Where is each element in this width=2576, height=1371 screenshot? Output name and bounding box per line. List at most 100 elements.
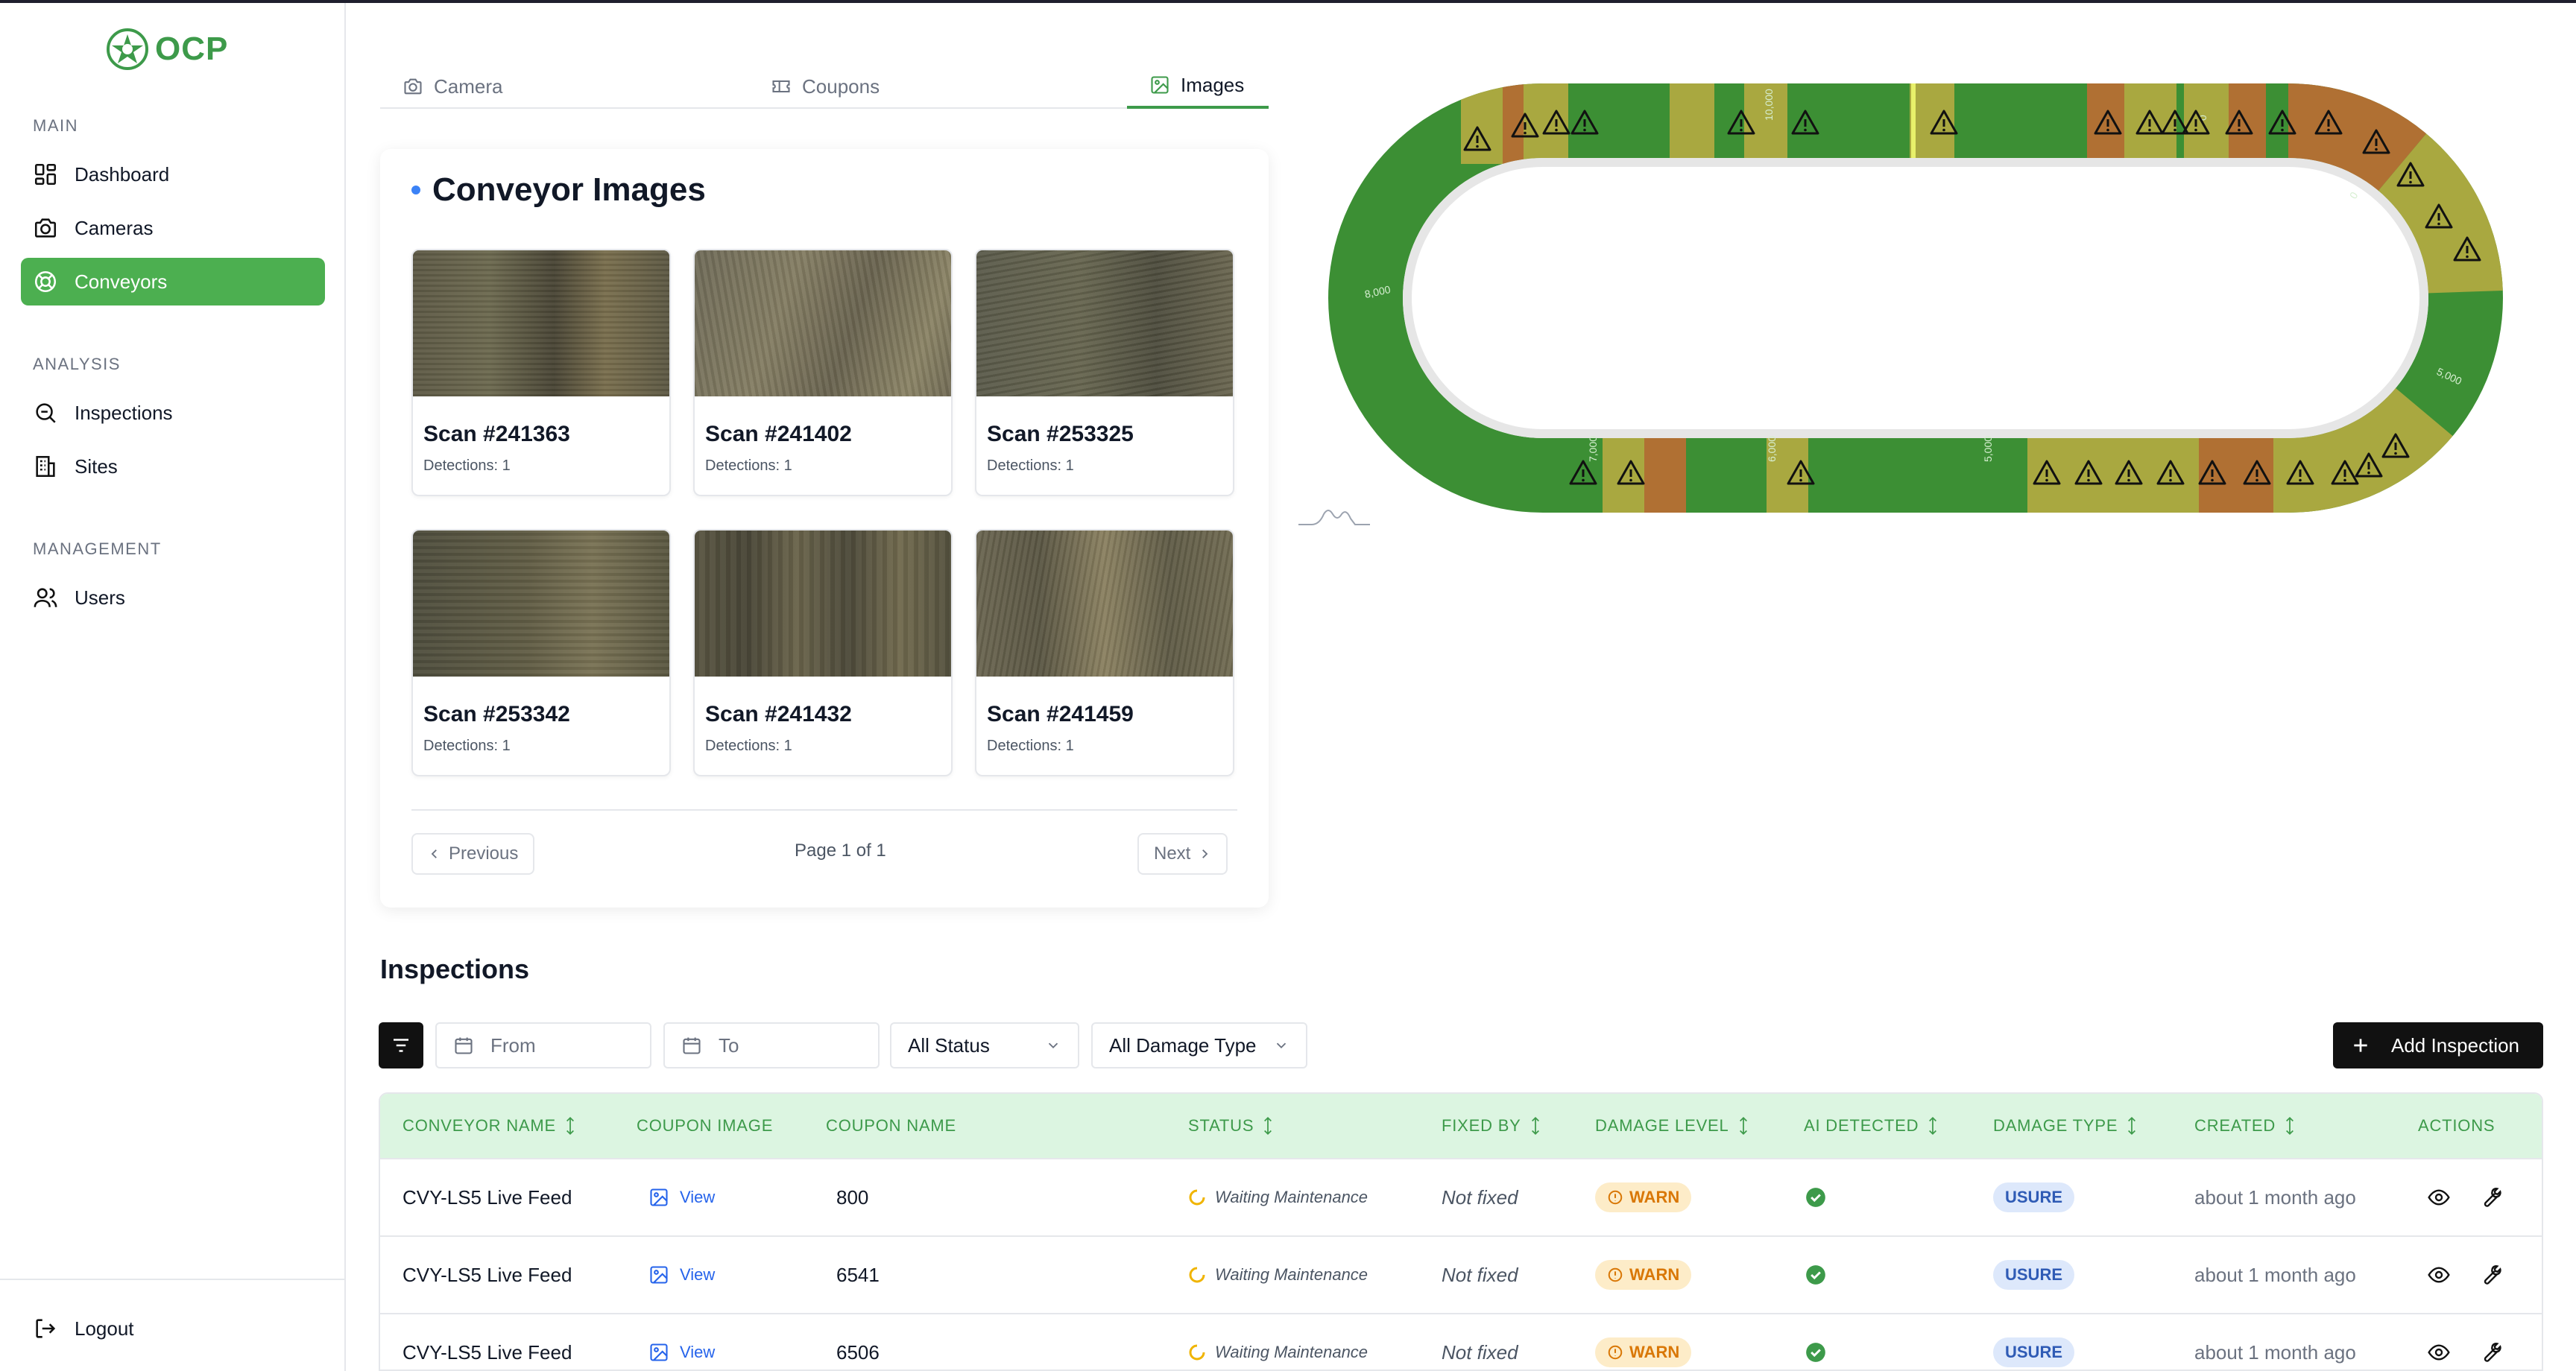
scan-detections: Detections: 1 [423,738,511,754]
sidebar-item-users[interactable]: Users [21,574,325,621]
image-icon [650,1188,668,1206]
chevron-right-icon [1202,849,1208,858]
damage-level-text: WARN [1629,1343,1680,1361]
scan-card[interactable]: Scan #241402 Detections: 1 [693,249,953,496]
status-select[interactable]: All Status [890,1022,1079,1068]
calendar-icon [683,1037,701,1054]
distance-label: 6,000 [1766,436,1778,462]
damage-level-badge: WARN [1595,1337,1692,1367]
coupon-name: 6541 [836,1263,880,1286]
damage-type-select[interactable]: All Damage Type [1091,1022,1307,1068]
tab-coupons[interactable]: Coupons [771,64,880,109]
sidebar-item-inspections[interactable]: Inspections [21,389,325,437]
table-row[interactable]: CVY-LS5 Live Feed View 800 Waiting Maint… [380,1158,2542,1235]
view-image-link[interactable]: View [648,1314,715,1370]
track-segment [1503,83,1524,164]
damage-type-badge: USURE [1993,1182,2075,1212]
sidebar-item-conveyors[interactable]: Conveyors [21,258,325,305]
check-circle-icon [1806,1343,1825,1362]
damage-type-select-value: All Damage Type [1109,1033,1257,1057]
sidebar-item-dashboard[interactable]: Dashboard [21,151,325,198]
image-icon [1151,76,1169,94]
view-image-link[interactable]: View [648,1237,715,1313]
image-icon [650,1266,668,1284]
to-placeholder: To [719,1033,739,1057]
conveyor-name: CVY-LS5 Live Feed [402,1185,572,1209]
status-text: Waiting Maintenance [1215,1188,1368,1206]
tab-images[interactable]: Images [1127,64,1269,109]
filter-button[interactable] [379,1022,423,1068]
scan-card[interactable]: Scan #241363 Detections: 1 [411,249,671,496]
tab-label: Images [1181,73,1245,96]
conveyor-track-map[interactable]: 8,000 7,000 6,000 5,000 10,000 0 0 5,000 [1319,75,2512,522]
status-cell: Waiting Maintenance [1188,1237,1368,1313]
view-image-link[interactable]: View [648,1159,715,1235]
scan-name: Scan #241363 [423,422,570,446]
logout-button[interactable]: Logout [33,1316,134,1341]
damage-level-text: WARN [1629,1265,1680,1284]
sidebar-item-sites[interactable]: Sites [21,443,325,490]
damage-level-badge: WARN [1595,1182,1692,1212]
scan-card[interactable]: Scan #241432 Detections: 1 [693,529,953,776]
status-select-value: All Status [908,1033,990,1057]
maintenance-action[interactable] [2478,1159,2501,1235]
track-segment [2199,432,2273,513]
next-button[interactable]: Next [1137,833,1228,875]
ai-detected-check [1805,1314,1826,1370]
track-segment [2087,83,2124,164]
tab-camera[interactable]: Camera [402,64,502,109]
check-circle-icon [1806,1265,1825,1285]
column-status[interactable]: STATUS [1188,1094,1275,1158]
previous-button[interactable]: Previous [411,833,535,875]
logout-label: Logout [75,1317,134,1340]
maintenance-action[interactable] [2478,1314,2501,1370]
track-segment [1670,83,1714,164]
pagination-divider [411,809,1237,811]
column-damage-type[interactable]: DAMAGE TYPE [1993,1094,2138,1158]
column-conveyor-name[interactable]: CONVEYOR NAME [402,1094,577,1158]
conveyor-name: CVY-LS5 Live Feed [402,1263,572,1286]
wrench-icon [2484,1265,2501,1285]
table-row[interactable]: CVY-LS5 Live Feed View 6506 Waiting Main… [380,1313,2542,1370]
scan-card[interactable]: Scan #241459 Detections: 1 [975,529,1234,776]
ocp-logo[interactable]: OCP [106,28,228,70]
column-label: ACTIONS [2418,1116,2496,1135]
building-icon [36,455,55,478]
damage-level-badge: WARN [1595,1260,1692,1290]
sort-icon [2128,1116,2136,1136]
column-ai-detected[interactable]: AI DETECTED [1804,1094,1939,1158]
page-info: Page 1 of 1 [795,840,886,861]
view-action[interactable] [2427,1237,2451,1313]
track-segment [1603,432,1644,513]
view-action[interactable] [2427,1314,2451,1370]
next-label: Next [1154,843,1191,864]
fixed-by: Not fixed [1442,1340,1518,1364]
view-action[interactable] [2427,1159,2451,1235]
scan-name: Scan #241432 [705,702,852,726]
to-date-input[interactable]: To [663,1022,880,1068]
scan-thumbnail [413,531,669,677]
from-date-input[interactable]: From [435,1022,651,1068]
scan-thumbnail [976,531,1233,677]
scan-detections: Detections: 1 [423,457,511,474]
card-title: Conveyor Images [411,171,706,209]
ticket-icon [772,80,790,93]
scan-card[interactable]: Scan #253325 Detections: 1 [975,249,1234,496]
add-inspection-button[interactable]: Add Inspection [2333,1022,2543,1068]
sidebar-divider [0,1279,344,1280]
column-damage-level[interactable]: DAMAGE LEVEL [1595,1094,1750,1158]
tab-label: Coupons [802,75,880,98]
column-label: CREATED [2194,1116,2276,1135]
damage-type-badge: USURE [1993,1337,2075,1367]
scan-card[interactable]: Scan #253342 Detections: 1 [411,529,671,776]
table-row[interactable]: CVY-LS5 Live Feed View 6541 Waiting Main… [380,1235,2542,1313]
sort-icon [2286,1116,2294,1136]
maintenance-action[interactable] [2478,1237,2501,1313]
column-fixed-by[interactable]: FIXED BY [1442,1094,1542,1158]
track-segment [2273,432,2288,513]
camera-icon [404,78,422,95]
damage-level-text: WARN [1629,1188,1680,1206]
sidebar-item-cameras[interactable]: Cameras [21,204,325,252]
column-created[interactable]: CREATED [2194,1094,2296,1158]
scan-name: Scan #241459 [987,702,1134,726]
